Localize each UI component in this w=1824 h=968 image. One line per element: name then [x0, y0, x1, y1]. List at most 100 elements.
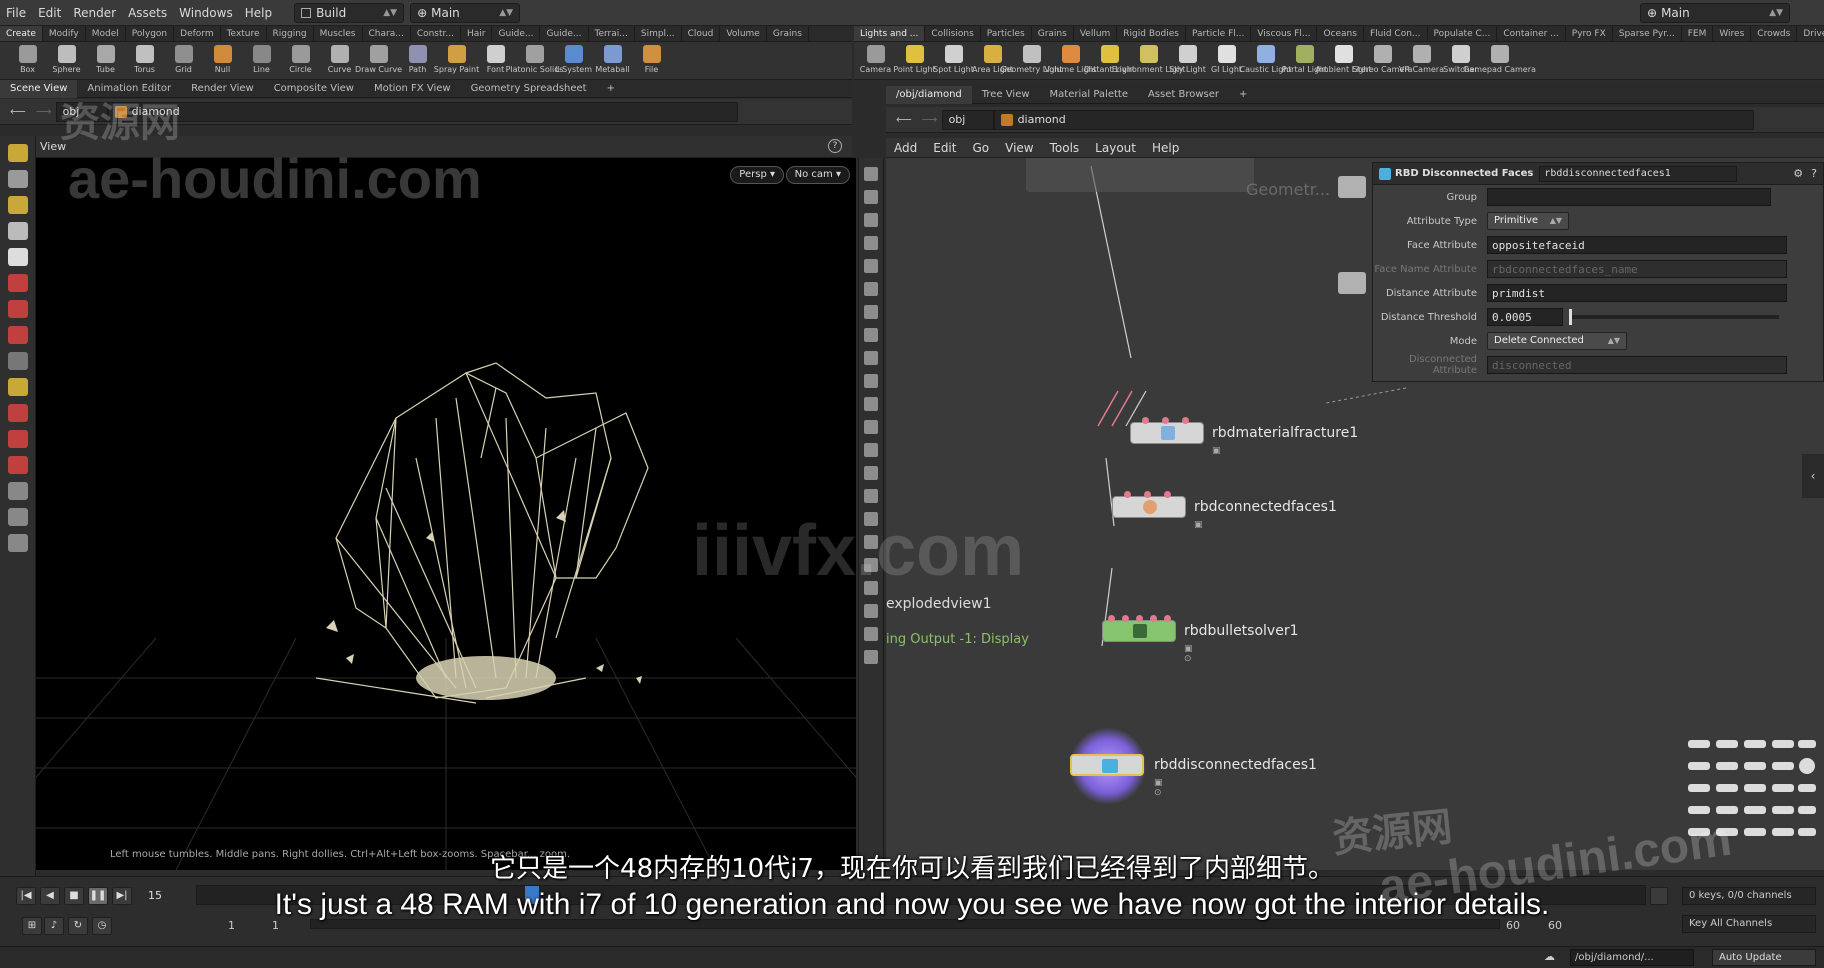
node-name-field[interactable]: [1539, 165, 1738, 182]
pane-tab-material-palette[interactable]: Material Palette: [1040, 86, 1138, 104]
shelf-tool-gamepad-camera[interactable]: Gamepad Camera: [1463, 45, 1536, 74]
display-option-icon[interactable]: [864, 604, 878, 618]
shelf-tool-torus[interactable]: Torus: [125, 45, 164, 74]
net-menu-add[interactable]: Add: [886, 141, 925, 155]
shelf-tab-guide[interactable]: Guide...: [540, 26, 589, 41]
shelf-tab-fluid-con[interactable]: Fluid Con...: [1364, 26, 1428, 41]
shelf-tab-lights-and[interactable]: Lights and ...: [854, 26, 926, 41]
input-port[interactable]: [1142, 417, 1149, 424]
shelf-tab-vellum[interactable]: Vellum: [1074, 26, 1118, 41]
view-tool-icon[interactable]: [7, 508, 28, 526]
help-icon[interactable]: ?: [1811, 167, 1817, 180]
shelf-tool-spray-paint[interactable]: Spray Paint: [434, 45, 479, 74]
info-icon[interactable]: [864, 627, 878, 641]
slider-handle[interactable]: [1569, 309, 1572, 325]
shelf-tab-oceans[interactable]: Oceans: [1317, 26, 1364, 41]
menu-assets[interactable]: Assets: [122, 6, 173, 20]
net-menu-view[interactable]: View: [997, 141, 1041, 155]
shelf-tab-cloud[interactable]: Cloud: [682, 26, 721, 41]
menu-windows[interactable]: Windows: [173, 6, 239, 20]
shelf-tab-viscous-fl[interactable]: Viscous Fl...: [1251, 26, 1318, 41]
input-port[interactable]: [1150, 615, 1157, 622]
shelf-tab-crowds[interactable]: Crowds: [1751, 26, 1798, 41]
pane-tab-asset-browser[interactable]: Asset Browser: [1138, 86, 1229, 104]
shelf-tab-particles[interactable]: Particles: [981, 26, 1032, 41]
shelf-tool-line[interactable]: Line: [242, 45, 281, 74]
lock-icon[interactable]: [864, 213, 878, 227]
shelf-tab-texture[interactable]: Texture: [221, 26, 267, 41]
group-field[interactable]: [1487, 188, 1771, 206]
display-option-icon[interactable]: [864, 443, 878, 457]
display-option-icon[interactable]: [864, 236, 878, 250]
path-node[interactable]: diamond: [993, 109, 1754, 130]
display-option-icon[interactable]: [864, 466, 878, 480]
shelf-tab-wires[interactable]: Wires: [1713, 26, 1752, 41]
face-name-attribute-field[interactable]: [1487, 260, 1787, 278]
attribute-type-select[interactable]: Primitive ▲▼: [1487, 212, 1569, 230]
gear-icon[interactable]: ⚙: [1793, 167, 1803, 180]
shelf-tab-model[interactable]: Model: [86, 26, 126, 41]
grid-icon[interactable]: [864, 650, 878, 664]
select-tool-icon[interactable]: [7, 144, 28, 162]
display-option-icon[interactable]: [864, 259, 878, 273]
network-collapse-tab[interactable]: ‹: [1802, 454, 1824, 498]
add-tab-icon[interactable]: +: [1229, 86, 1257, 104]
input-port[interactable]: [1144, 491, 1151, 498]
menu-render[interactable]: Render: [67, 6, 122, 20]
shelf-tab-fem[interactable]: FEM: [1682, 26, 1714, 41]
shelf-tab-muscles[interactable]: Muscles: [314, 26, 363, 41]
node-body-selected[interactable]: [1070, 754, 1144, 776]
shelf-tool-curve[interactable]: Curve: [320, 45, 359, 74]
display-option-icon[interactable]: [864, 167, 878, 181]
shelf-tab-drive-sim[interactable]: Drive Sim: [1797, 26, 1824, 41]
light-icon[interactable]: [864, 305, 878, 319]
shelf-tab-grains[interactable]: Grains: [767, 26, 809, 41]
shelf-tool-file[interactable]: File: [632, 45, 671, 74]
distance-threshold-field[interactable]: [1487, 308, 1563, 326]
input-port[interactable]: [1164, 491, 1171, 498]
pose-tool-icon[interactable]: [7, 378, 28, 396]
shelf-tool-box[interactable]: Box: [8, 45, 47, 74]
shelf-tool-null[interactable]: Null: [203, 45, 242, 74]
measure-tool-icon[interactable]: [7, 352, 28, 370]
path-obj[interactable]: obj: [941, 109, 994, 130]
help-icon[interactable]: ?: [828, 139, 842, 153]
shelf-tab-hair[interactable]: Hair: [461, 26, 493, 41]
display-option-icon[interactable]: [864, 420, 878, 434]
shelf-tab-simpl[interactable]: Simpl...: [635, 26, 682, 41]
node-body[interactable]: [1130, 422, 1204, 444]
context-dropdown[interactable]: ⊕ Main ▲▼: [410, 2, 521, 23]
camera-menu-button[interactable]: No cam ▾: [785, 166, 850, 184]
add-tab-icon[interactable]: +: [597, 80, 625, 98]
node-body[interactable]: [1102, 620, 1176, 642]
back-arrow-icon[interactable]: ⟵: [896, 113, 912, 126]
shelf-tool-stereo-camera[interactable]: Stereo Camera: [1353, 45, 1413, 74]
input-port[interactable]: [1122, 615, 1129, 622]
snap-tool-icon[interactable]: [7, 482, 28, 500]
display-option-icon[interactable]: [864, 351, 878, 365]
shelf-tool-sphere[interactable]: Sphere: [47, 45, 86, 74]
input-port[interactable]: [1182, 417, 1189, 424]
input-port[interactable]: [1124, 491, 1131, 498]
handle-tool-icon[interactable]: [7, 196, 28, 214]
shelf-tab-chara[interactable]: Chara...: [363, 26, 411, 41]
light-icon[interactable]: [864, 328, 878, 342]
shelf-tool-platonic-solids[interactable]: Platonic Solids: [506, 45, 563, 74]
pane-tab-tree-view[interactable]: Tree View: [972, 86, 1040, 104]
menu-edit[interactable]: Edit: [32, 6, 67, 20]
magnet3-tool-icon[interactable]: [7, 456, 28, 474]
shelf-tab-constr[interactable]: Constr...: [411, 26, 461, 41]
shelf-tool-tube[interactable]: Tube: [86, 45, 125, 74]
right-context-dropdown[interactable]: ⊕ Main ▲▼: [1640, 2, 1790, 23]
auto-update-button[interactable]: Auto Update: [1712, 949, 1816, 966]
shelf-tool-circle[interactable]: Circle: [281, 45, 320, 74]
input-port[interactable]: [1164, 615, 1171, 622]
shelf-tool-l-system[interactable]: L-System: [554, 45, 593, 74]
pane-tab-render-view[interactable]: Render View: [181, 80, 264, 98]
shelf-tab-grains[interactable]: Grains: [1032, 26, 1074, 41]
net-menu-help[interactable]: Help: [1144, 141, 1187, 155]
shelf-tool-draw-curve[interactable]: Draw Curve: [355, 45, 402, 74]
display-option-icon[interactable]: [864, 489, 878, 503]
shelf-tool-grid[interactable]: Grid: [164, 45, 203, 74]
magnet-tool-icon[interactable]: [7, 404, 28, 422]
